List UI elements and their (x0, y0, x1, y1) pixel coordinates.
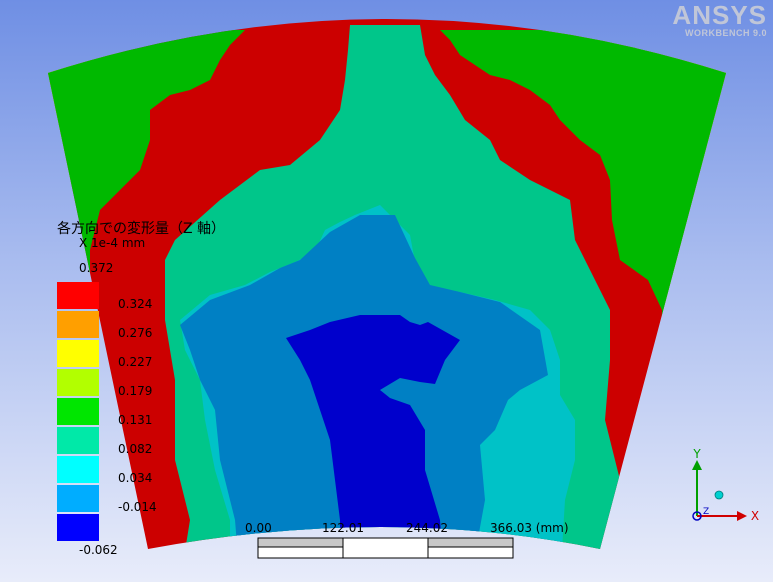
axis-triad[interactable]: Y X Z (683, 448, 763, 530)
z-axis-label: Z (703, 507, 709, 517)
legend-max-label: 0.372 (79, 261, 114, 275)
isometric-view-ball-icon[interactable] (714, 490, 724, 500)
model-viewport[interactable] (0, 0, 773, 582)
scale-tick-label: 244.02 (406, 521, 448, 535)
legend-unit: X 1e-4 mm (79, 236, 146, 250)
y-axis-label: Y (692, 448, 701, 461)
scale-tick-label: 0.00 (245, 521, 272, 535)
legend-label: 0.131 (118, 413, 153, 427)
legend-swatch-4 (57, 369, 99, 396)
legend-label: 0.179 (118, 384, 153, 398)
y-axis-arrow-icon (692, 460, 702, 470)
x-axis-arrow-icon (737, 511, 747, 521)
logo-product: WORKBENCH 9.0 (684, 28, 767, 38)
legend-label: 0.227 (118, 355, 153, 369)
scale-bar (257, 537, 514, 559)
legend-swatch-5 (57, 398, 99, 425)
legend-min-label: -0.062 (79, 543, 118, 557)
legend-swatch-7 (57, 456, 99, 483)
legend-label: 0.276 (118, 326, 153, 340)
scale-tick-label: 366.03 (mm) (490, 521, 569, 535)
scale-tick-label: 122.01 (322, 521, 364, 535)
logo-brand: ANSYS (672, 0, 767, 30)
deformation-contour-plot (48, 19, 726, 549)
x-axis-label: X (751, 509, 759, 523)
legend-swatch-6 (57, 427, 99, 454)
ansys-logo: ANSYS WORKBENCH 9.0 (672, 2, 767, 38)
legend-swatch-8 (57, 485, 99, 512)
legend-swatch-2 (57, 311, 99, 338)
legend-title: 各方向での変形量（Z 軸） (57, 221, 226, 237)
legend-label: 0.082 (118, 442, 153, 456)
legend-swatch-3 (57, 340, 99, 367)
legend-label: 0.034 (118, 471, 153, 485)
legend-label: 0.324 (118, 297, 153, 311)
legend-swatch-1 (57, 282, 99, 309)
legend-label: -0.014 (118, 500, 157, 514)
legend-swatch-9 (57, 514, 99, 541)
